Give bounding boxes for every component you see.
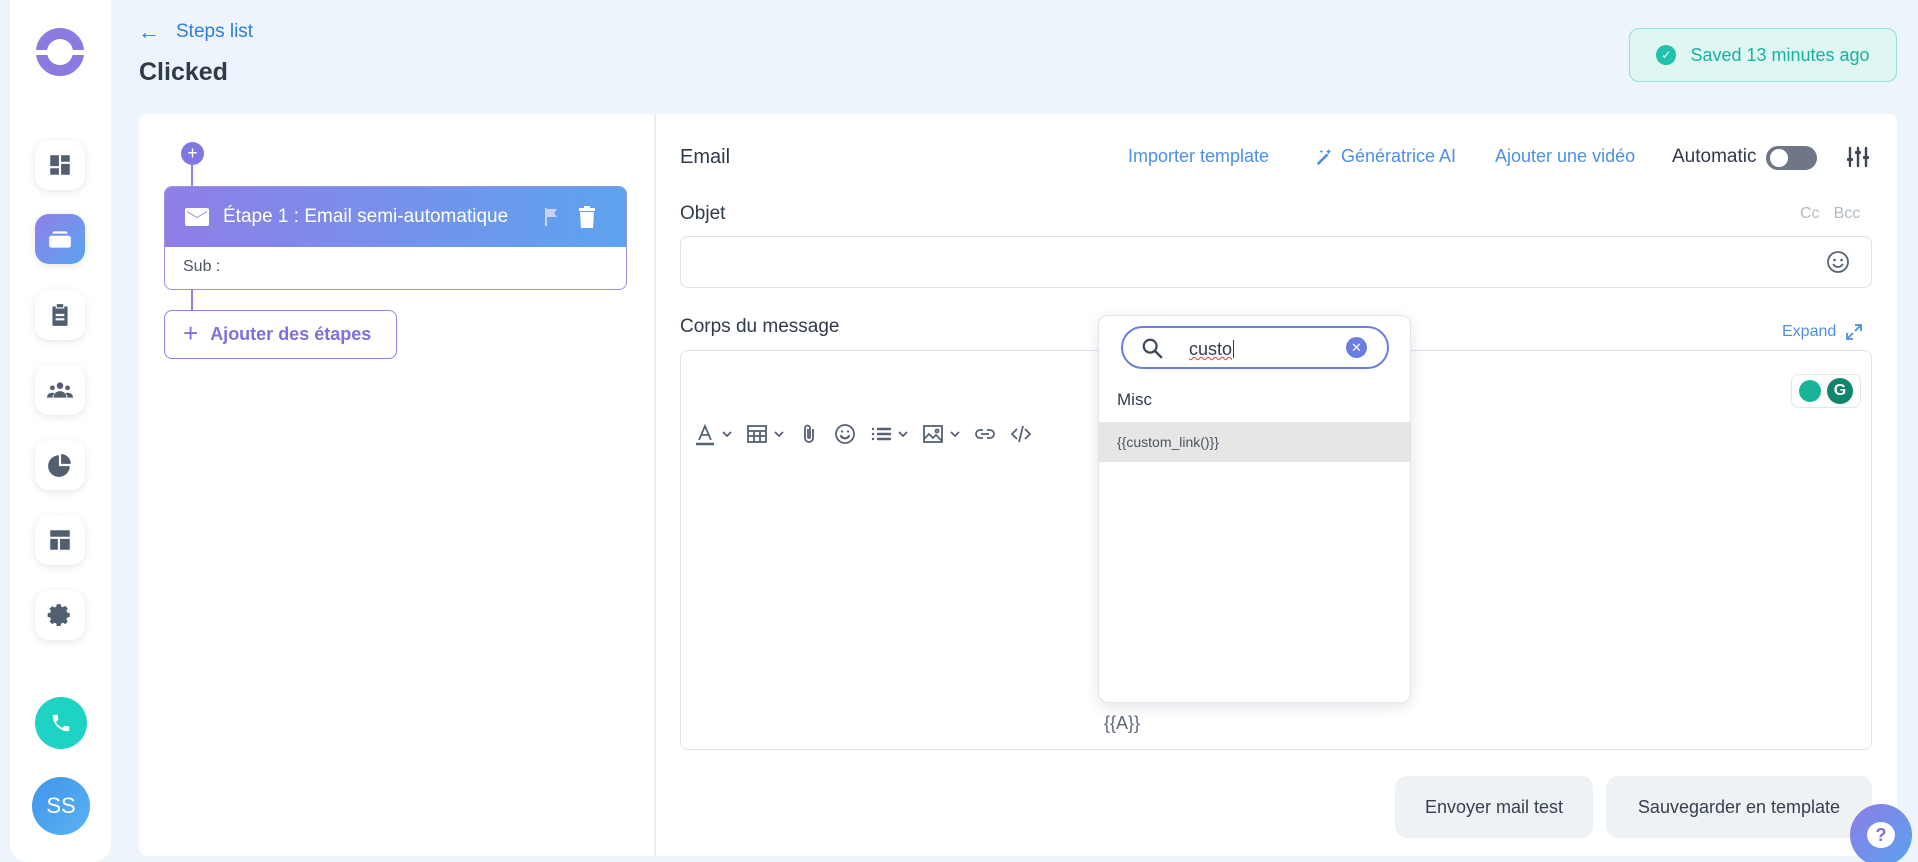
nav-templates[interactable] — [35, 515, 85, 565]
save-as-template-button[interactable]: Sauvegarder en template — [1606, 776, 1872, 838]
code-icon — [1010, 425, 1032, 443]
step-subject-preview: Sub : — [183, 258, 221, 275]
search-icon — [1142, 338, 1163, 359]
team-icon — [47, 382, 73, 398]
editor-toolbar — [693, 420, 1045, 448]
nav-campaigns[interactable] — [35, 214, 85, 264]
step-connector — [191, 290, 193, 310]
grammarly-icon: G — [1827, 378, 1853, 404]
phone-button[interactable] — [35, 697, 87, 749]
saved-status-badge: ✓ Saved 13 minutes ago — [1629, 28, 1897, 82]
emoji-icon[interactable] — [1826, 250, 1850, 274]
campaign-icon — [49, 231, 71, 248]
variable-option[interactable]: {{custom_link()}} — [1099, 422, 1410, 462]
automatic-toggle[interactable] — [1766, 146, 1817, 170]
layout-icon — [50, 530, 70, 550]
subject-input[interactable] — [680, 236, 1872, 288]
add-steps-button[interactable]: + Ajouter des étapes — [164, 310, 397, 359]
pie-chart-icon — [48, 454, 71, 477]
chevron-down-icon — [898, 431, 908, 438]
clipboard-icon — [52, 304, 68, 326]
nav-reports[interactable] — [35, 440, 85, 490]
body-label: Corps du message — [680, 316, 840, 337]
font-color-icon — [696, 423, 714, 446]
import-template-link[interactable]: Importer template — [1128, 146, 1269, 167]
nav-contacts[interactable] — [35, 365, 85, 415]
app-logo[interactable] — [35, 28, 85, 76]
table-button[interactable] — [745, 422, 785, 446]
text-color-button[interactable] — [693, 422, 733, 446]
cc-bcc-toggles: Cc Bcc — [1800, 205, 1860, 223]
help-chat-button[interactable]: ? — [1850, 804, 1912, 862]
grammarly-widget[interactable]: G — [1791, 374, 1861, 408]
variable-group-label: Misc — [1117, 390, 1152, 409]
link-button[interactable] — [973, 422, 997, 446]
trash-icon[interactable] — [578, 206, 596, 228]
add-steps-label: Ajouter des étapes — [210, 324, 372, 344]
expand-link[interactable]: Expand — [1782, 323, 1863, 341]
expand-label: Expand — [1782, 323, 1837, 340]
sliders-icon[interactable] — [1846, 146, 1870, 168]
flag-icon[interactable] — [543, 207, 561, 227]
list-button[interactable] — [869, 422, 909, 446]
nav-dashboard[interactable] — [35, 140, 85, 190]
check-circle-icon: ✓ — [1656, 45, 1677, 65]
expand-icon — [1846, 324, 1863, 340]
body-token: {{A}} — [1104, 713, 1141, 733]
variable-search-value: custo — [1189, 339, 1233, 359]
back-to-steps-link[interactable]: ← Steps list — [138, 19, 253, 45]
table-icon — [747, 425, 767, 443]
automatic-label: Automatic — [1672, 146, 1757, 167]
paperclip-icon — [804, 424, 814, 443]
panel-divider — [654, 114, 656, 856]
arrow-left-icon: ← — [138, 19, 160, 44]
bullet-list-icon — [871, 427, 892, 441]
user-avatar[interactable]: SS — [32, 777, 90, 835]
code-button[interactable] — [1009, 422, 1033, 446]
clear-search-icon[interactable]: ✕ — [1346, 337, 1367, 358]
dashboard-icon — [50, 155, 70, 175]
image-button[interactable] — [921, 422, 961, 446]
envelope-icon — [185, 208, 209, 226]
plus-icon: + — [183, 317, 199, 348]
email-section-title: Email — [680, 146, 731, 168]
step-connector — [191, 165, 193, 187]
cc-button[interactable]: Cc — [1800, 205, 1820, 222]
variable-dropdown: custo ✕ Misc {{custom_link()}} — [1098, 315, 1411, 703]
magic-wand-icon — [1316, 148, 1332, 165]
attachment-button[interactable] — [797, 422, 821, 446]
insert-step-button[interactable]: + — [181, 142, 204, 165]
chevron-down-icon — [950, 431, 960, 438]
image-icon — [923, 425, 943, 443]
back-link-label: Steps list — [176, 21, 254, 42]
nav-settings[interactable] — [35, 590, 85, 640]
phone-icon — [52, 714, 70, 732]
subject-label: Objet — [680, 203, 726, 224]
bcc-button[interactable]: Bcc — [1834, 205, 1861, 222]
chevron-down-icon — [722, 431, 732, 438]
emoji-button[interactable] — [833, 422, 857, 446]
page-title: Clicked — [139, 58, 228, 86]
smiley-icon — [835, 424, 855, 444]
ai-generator-link[interactable]: Génératrice AI — [1315, 146, 1456, 167]
gear-icon — [47, 604, 70, 627]
saved-status-text: Saved 13 minutes ago — [1690, 44, 1870, 65]
add-video-link[interactable]: Ajouter une vidéo — [1495, 146, 1635, 167]
variable-search-input[interactable]: custo ✕ — [1121, 326, 1389, 369]
step-title: Étape 1 : Email semi-automatique — [223, 206, 509, 227]
lightbulb-icon — [1799, 380, 1821, 402]
step-card-1[interactable]: Étape 1 : Email semi-automatique Sub : — [164, 186, 627, 290]
sidebar: SS — [10, 0, 111, 862]
chevron-down-icon — [774, 431, 784, 438]
link-icon — [975, 429, 995, 439]
ai-generator-label: Génératrice AI — [1341, 146, 1457, 166]
send-test-email-button[interactable]: Envoyer mail test — [1395, 776, 1593, 838]
step-card-header: Étape 1 : Email semi-automatique — [165, 187, 626, 247]
nav-tasks[interactable] — [35, 290, 85, 340]
help-icon: ? — [1867, 822, 1895, 848]
